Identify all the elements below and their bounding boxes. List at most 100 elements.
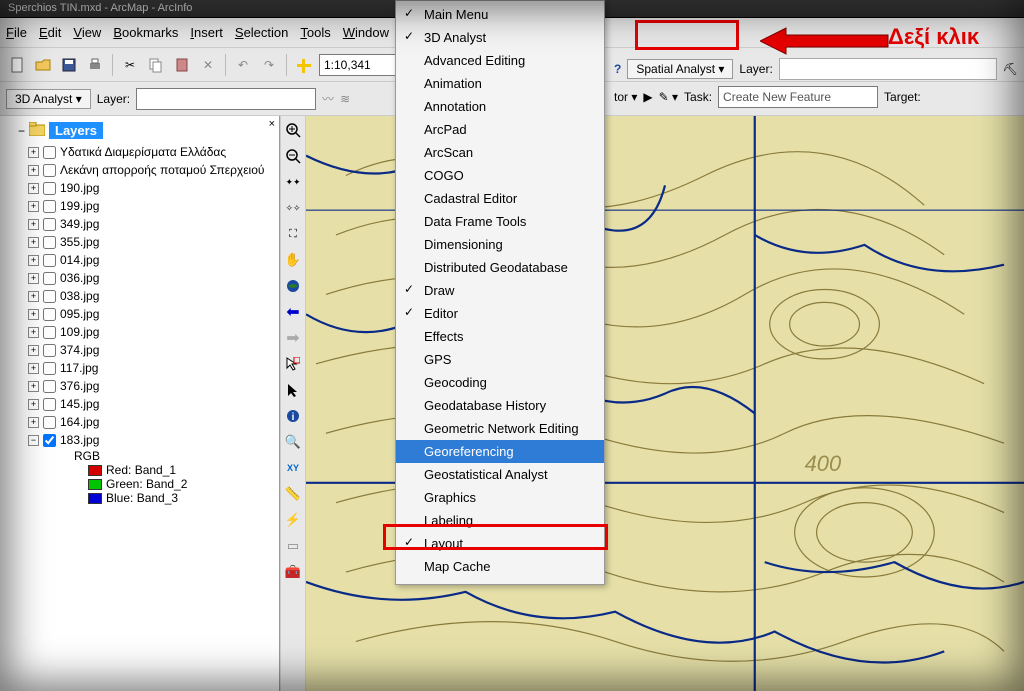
full-extent-icon[interactable]: ⛶	[283, 224, 303, 244]
select-elements-icon[interactable]	[283, 354, 303, 374]
identify-icon[interactable]: i	[283, 406, 303, 426]
layer-checkbox[interactable]	[43, 200, 56, 213]
expand-icon[interactable]: +	[28, 363, 39, 374]
menu-tools[interactable]: Tools	[300, 25, 330, 40]
toc-layer-item[interactable]: +355.jpg	[18, 233, 275, 251]
layer-checkbox[interactable]	[43, 254, 56, 267]
layer-combo[interactable]	[136, 88, 316, 110]
expand-icon[interactable]: +	[28, 417, 39, 428]
expand-icon[interactable]: −	[18, 124, 25, 138]
edit-arrow-icon[interactable]: ▶	[643, 90, 652, 104]
layer-checkbox[interactable]	[43, 182, 56, 195]
tool-icon[interactable]: ⛏	[1003, 62, 1018, 76]
paste-icon[interactable]	[171, 54, 193, 76]
expand-icon[interactable]: +	[28, 165, 39, 176]
contour-icon[interactable]: ≋	[340, 92, 350, 106]
context-menu-item[interactable]: Geometric Network Editing	[396, 417, 604, 440]
context-menu-item[interactable]: Labeling	[396, 509, 604, 532]
toc-layer-item[interactable]: +349.jpg	[18, 215, 275, 233]
layer-checkbox[interactable]	[43, 146, 56, 159]
layer-checkbox[interactable]	[43, 380, 56, 393]
menu-selection[interactable]: Selection	[235, 25, 288, 40]
cut-icon[interactable]: ✂	[119, 54, 141, 76]
layer-checkbox[interactable]	[43, 236, 56, 249]
layer-checkbox[interactable]	[43, 164, 56, 177]
layers-root-label[interactable]: Layers	[49, 122, 103, 139]
toolbox-icon[interactable]: 🧰	[283, 562, 303, 582]
layer-checkbox[interactable]	[43, 398, 56, 411]
pencil-icon[interactable]: ✎ ▾	[659, 90, 678, 104]
context-menu-item[interactable]: COGO	[396, 164, 604, 187]
toc-layer-item[interactable]: +109.jpg	[18, 323, 275, 341]
layer-checkbox[interactable]	[43, 416, 56, 429]
context-menu-item[interactable]: Draw	[396, 279, 604, 302]
delete-icon[interactable]: ✕	[197, 54, 219, 76]
fixed-zoom-out-icon[interactable]: ✧✧	[283, 198, 303, 218]
context-menu-item[interactable]: Map Cache	[396, 555, 604, 578]
menu-bookmarks[interactable]: Bookmarks	[113, 25, 178, 40]
toc-layer-item[interactable]: +376.jpg	[18, 377, 275, 395]
back-icon[interactable]: ⬅	[283, 302, 303, 322]
expand-icon[interactable]: +	[28, 147, 39, 158]
expand-icon[interactable]: +	[28, 219, 39, 230]
expand-icon[interactable]: +	[28, 255, 39, 266]
zoom-out-icon[interactable]	[283, 146, 303, 166]
expand-icon[interactable]: +	[28, 273, 39, 284]
layer-checkbox[interactable]	[43, 362, 56, 375]
html-popup-icon[interactable]: ▭	[283, 536, 303, 556]
context-menu-item[interactable]: Dimensioning	[396, 233, 604, 256]
context-menu-item[interactable]: Editor	[396, 302, 604, 325]
spatial-analyst-dropdown[interactable]: Spatial Analyst ▾	[627, 59, 733, 79]
new-icon[interactable]	[6, 54, 28, 76]
context-menu-item[interactable]: Cadastral Editor	[396, 187, 604, 210]
layer-checkbox[interactable]	[43, 326, 56, 339]
menu-window[interactable]: Window	[343, 25, 389, 40]
measure-icon[interactable]: 📏	[283, 484, 303, 504]
context-menu-item[interactable]: Effects	[396, 325, 604, 348]
context-menu-item[interactable]: Graphics	[396, 486, 604, 509]
menu-file[interactable]: File	[6, 25, 27, 40]
print-icon[interactable]	[84, 54, 106, 76]
toc-layer-item[interactable]: +095.jpg	[18, 305, 275, 323]
redo-icon[interactable]: ↷	[258, 54, 280, 76]
forward-icon[interactable]: ➡	[283, 328, 303, 348]
menu-edit[interactable]: Edit	[39, 25, 61, 40]
copy-icon[interactable]	[145, 54, 167, 76]
layer-checkbox[interactable]	[43, 344, 56, 357]
select-icon[interactable]	[283, 380, 303, 400]
layer-checkbox[interactable]	[43, 308, 56, 321]
toc-layer-item[interactable]: +145.jpg	[18, 395, 275, 413]
context-menu-item[interactable]: GPS	[396, 348, 604, 371]
context-menu-item[interactable]: Main Menu	[396, 3, 604, 26]
expand-icon[interactable]: +	[28, 345, 39, 356]
expand-icon[interactable]: +	[28, 399, 39, 410]
context-menu-item[interactable]: Advanced Editing	[396, 49, 604, 72]
task-combo[interactable]	[718, 86, 878, 108]
context-menu-item[interactable]: Georeferencing	[396, 440, 604, 463]
pan-icon[interactable]: ✋	[283, 250, 303, 270]
hyperlink-icon[interactable]: ⚡	[283, 510, 303, 530]
toc-layer-item[interactable]: +164.jpg	[18, 413, 275, 431]
toc-layer-item[interactable]: +190.jpg	[18, 179, 275, 197]
save-icon[interactable]	[58, 54, 80, 76]
context-menu-item[interactable]: Geocoding	[396, 371, 604, 394]
toc-layer-item[interactable]: +014.jpg	[18, 251, 275, 269]
interpolate-icon[interactable]: 〰	[322, 90, 334, 107]
expand-icon[interactable]: +	[28, 237, 39, 248]
editor-trunc[interactable]: tor ▾	[614, 90, 637, 104]
toc-layer-item[interactable]: +Λεκάνη απορροής ποταμού Σπερχειού	[18, 161, 275, 179]
layer-checkbox[interactable]	[43, 434, 56, 447]
help-icon[interactable]: ?	[614, 62, 621, 76]
layer-combo-2[interactable]	[779, 58, 997, 80]
add-data-icon[interactable]	[293, 54, 315, 76]
expand-icon[interactable]: +	[28, 183, 39, 194]
context-menu-item[interactable]: ArcScan	[396, 141, 604, 164]
menu-view[interactable]: View	[73, 25, 101, 40]
expand-icon[interactable]: +	[28, 201, 39, 212]
expand-icon[interactable]: +	[28, 309, 39, 320]
globe-icon[interactable]	[283, 276, 303, 296]
context-menu-item[interactable]: Layout	[396, 532, 604, 555]
expand-icon[interactable]: +	[28, 291, 39, 302]
toc-layer-item[interactable]: +374.jpg	[18, 341, 275, 359]
toc-layer-item[interactable]: +Υδατικά Διαμερίσματα Ελλάδας	[18, 143, 275, 161]
